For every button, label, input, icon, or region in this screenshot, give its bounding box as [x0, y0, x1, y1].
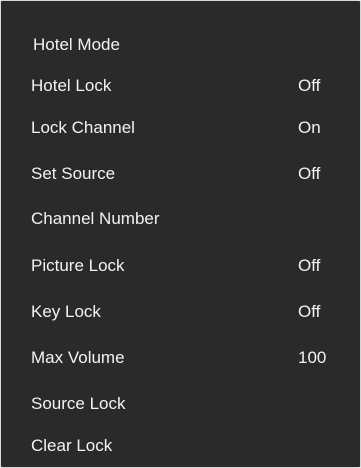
menu-item-source-lock[interactable]: Source Lock	[1, 384, 360, 424]
menu-item-channel-number[interactable]: Channel Number	[1, 199, 360, 239]
menu-item-value: Off	[298, 76, 321, 95]
menu-item-label: Set Source	[31, 164, 116, 183]
menu-item-label: Key Lock	[31, 302, 101, 321]
menu-item-label: Max Volume	[31, 348, 125, 367]
menu-item-value: 100	[298, 348, 327, 367]
menu-item-label: Lock Channel	[31, 118, 135, 137]
hotel-mode-menu: Hotel Mode Hotel Lock Off Lock Channel O…	[0, 0, 361, 468]
menu-item-picture-lock[interactable]: Picture Lock Off	[1, 246, 360, 286]
menu-item-label: Clear Lock	[31, 436, 113, 455]
menu-item-lock-channel[interactable]: Lock Channel On	[1, 108, 360, 148]
menu-title: Hotel Mode	[33, 35, 120, 54]
menu-item-set-source[interactable]: Set Source Off	[1, 154, 360, 194]
menu-title-row: Hotel Mode	[1, 25, 360, 65]
menu-item-key-lock[interactable]: Key Lock Off	[1, 292, 360, 332]
menu-item-label: Source Lock	[31, 394, 126, 413]
menu-item-max-volume[interactable]: Max Volume 100	[1, 338, 360, 378]
menu-item-clear-lock[interactable]: Clear Lock	[1, 426, 360, 466]
menu-item-value: On	[298, 118, 321, 137]
menu-item-hotel-lock[interactable]: Hotel Lock Off	[1, 66, 360, 106]
menu-item-value: Off	[298, 164, 321, 183]
menu-item-label: Channel Number	[31, 209, 160, 228]
menu-item-value: Off	[298, 302, 321, 321]
menu-item-label: Hotel Lock	[31, 76, 112, 95]
menu-item-value: Off	[298, 256, 321, 275]
menu-item-label: Picture Lock	[31, 256, 125, 275]
